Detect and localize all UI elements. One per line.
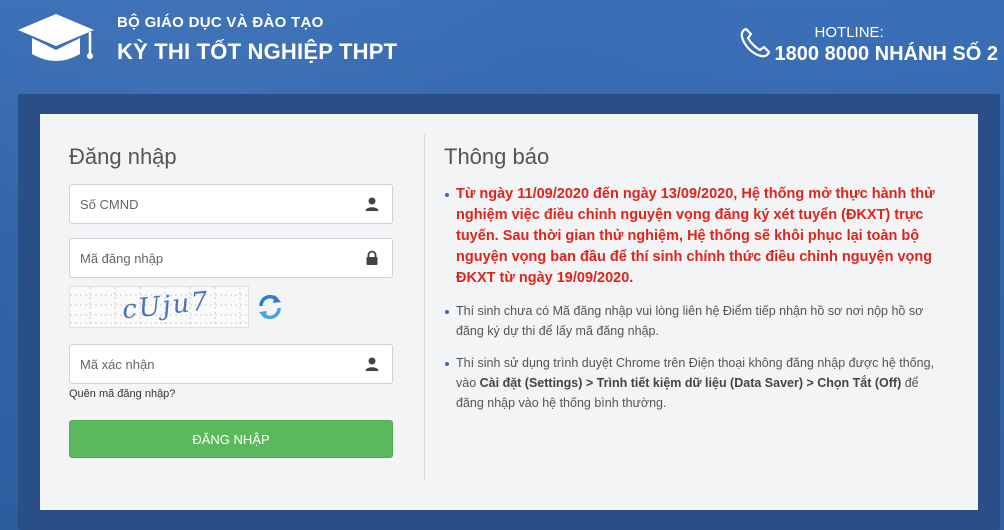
notice-section: Thông báo Từ ngày 11/09/2020 đến ngày 13… [444,144,944,425]
user-icon [365,197,379,211]
ministry-name: BỘ GIÁO DỤC VÀ ĐÀO TẠO [117,14,324,31]
forgot-code-link[interactable]: Quên mã đăng nhập? [69,388,175,400]
column-divider [424,134,425,480]
lock-icon [366,250,378,265]
notice-title: Thông báo [444,144,550,169]
login-code-input[interactable] [70,239,392,277]
login-form: Đăng nhập Số CMND cUju7 Mã xác nhận Quên… [69,144,393,458]
hotline: HOTLINE: 1800 8000 NHÁNH SỐ 2 [775,24,998,66]
organization-title: BỘ GIÁO DỤC VÀ ĐÀO TẠO KỲ THI TỐT NGHIỆP… [117,14,397,65]
user-icon [365,357,379,371]
id-field [69,184,393,224]
id-number-input[interactable] [70,185,392,223]
login-title: Đăng nhập [69,144,177,169]
exam-name: KỲ THI TỐT NGHIỆP THPT [117,39,398,64]
header: BỘ GIÁO DỤC VÀ ĐÀO TẠO KỲ THI TỐT NGHIỆP… [0,0,1004,90]
captcha-field [69,344,393,384]
notice-item: Thí sinh sử dụng trình duyệt Chrome trên… [444,353,944,413]
notice-item: Từ ngày 11/09/2020 đến ngày 13/09/2020, … [444,184,944,289]
refresh-icon[interactable] [255,292,285,322]
graduation-cap-icon [18,14,94,61]
notice-item-settings-path: Cài đặt (Settings) > Trình tiết kiệm dữ … [479,376,902,390]
hotline-label: HOTLINE: [814,24,884,41]
notice-list: Từ ngày 11/09/2020 đến ngày 13/09/2020, … [444,184,944,413]
login-code-field [69,238,393,278]
login-button[interactable]: ĐĂNG NHẬP [69,420,393,458]
captcha-row: cUju7 [69,286,393,332]
captcha-input[interactable] [70,345,392,383]
main-panel: Đăng nhập Số CMND cUju7 Mã xác nhận Quên… [40,114,978,510]
hotline-number: 1800 8000 NHÁNH SỐ 2 [774,43,998,65]
captcha-image: cUju7 [69,286,249,328]
phone-icon [740,27,771,58]
notice-item: Thí sinh chưa có Mã đăng nhập vui lòng l… [444,301,944,341]
